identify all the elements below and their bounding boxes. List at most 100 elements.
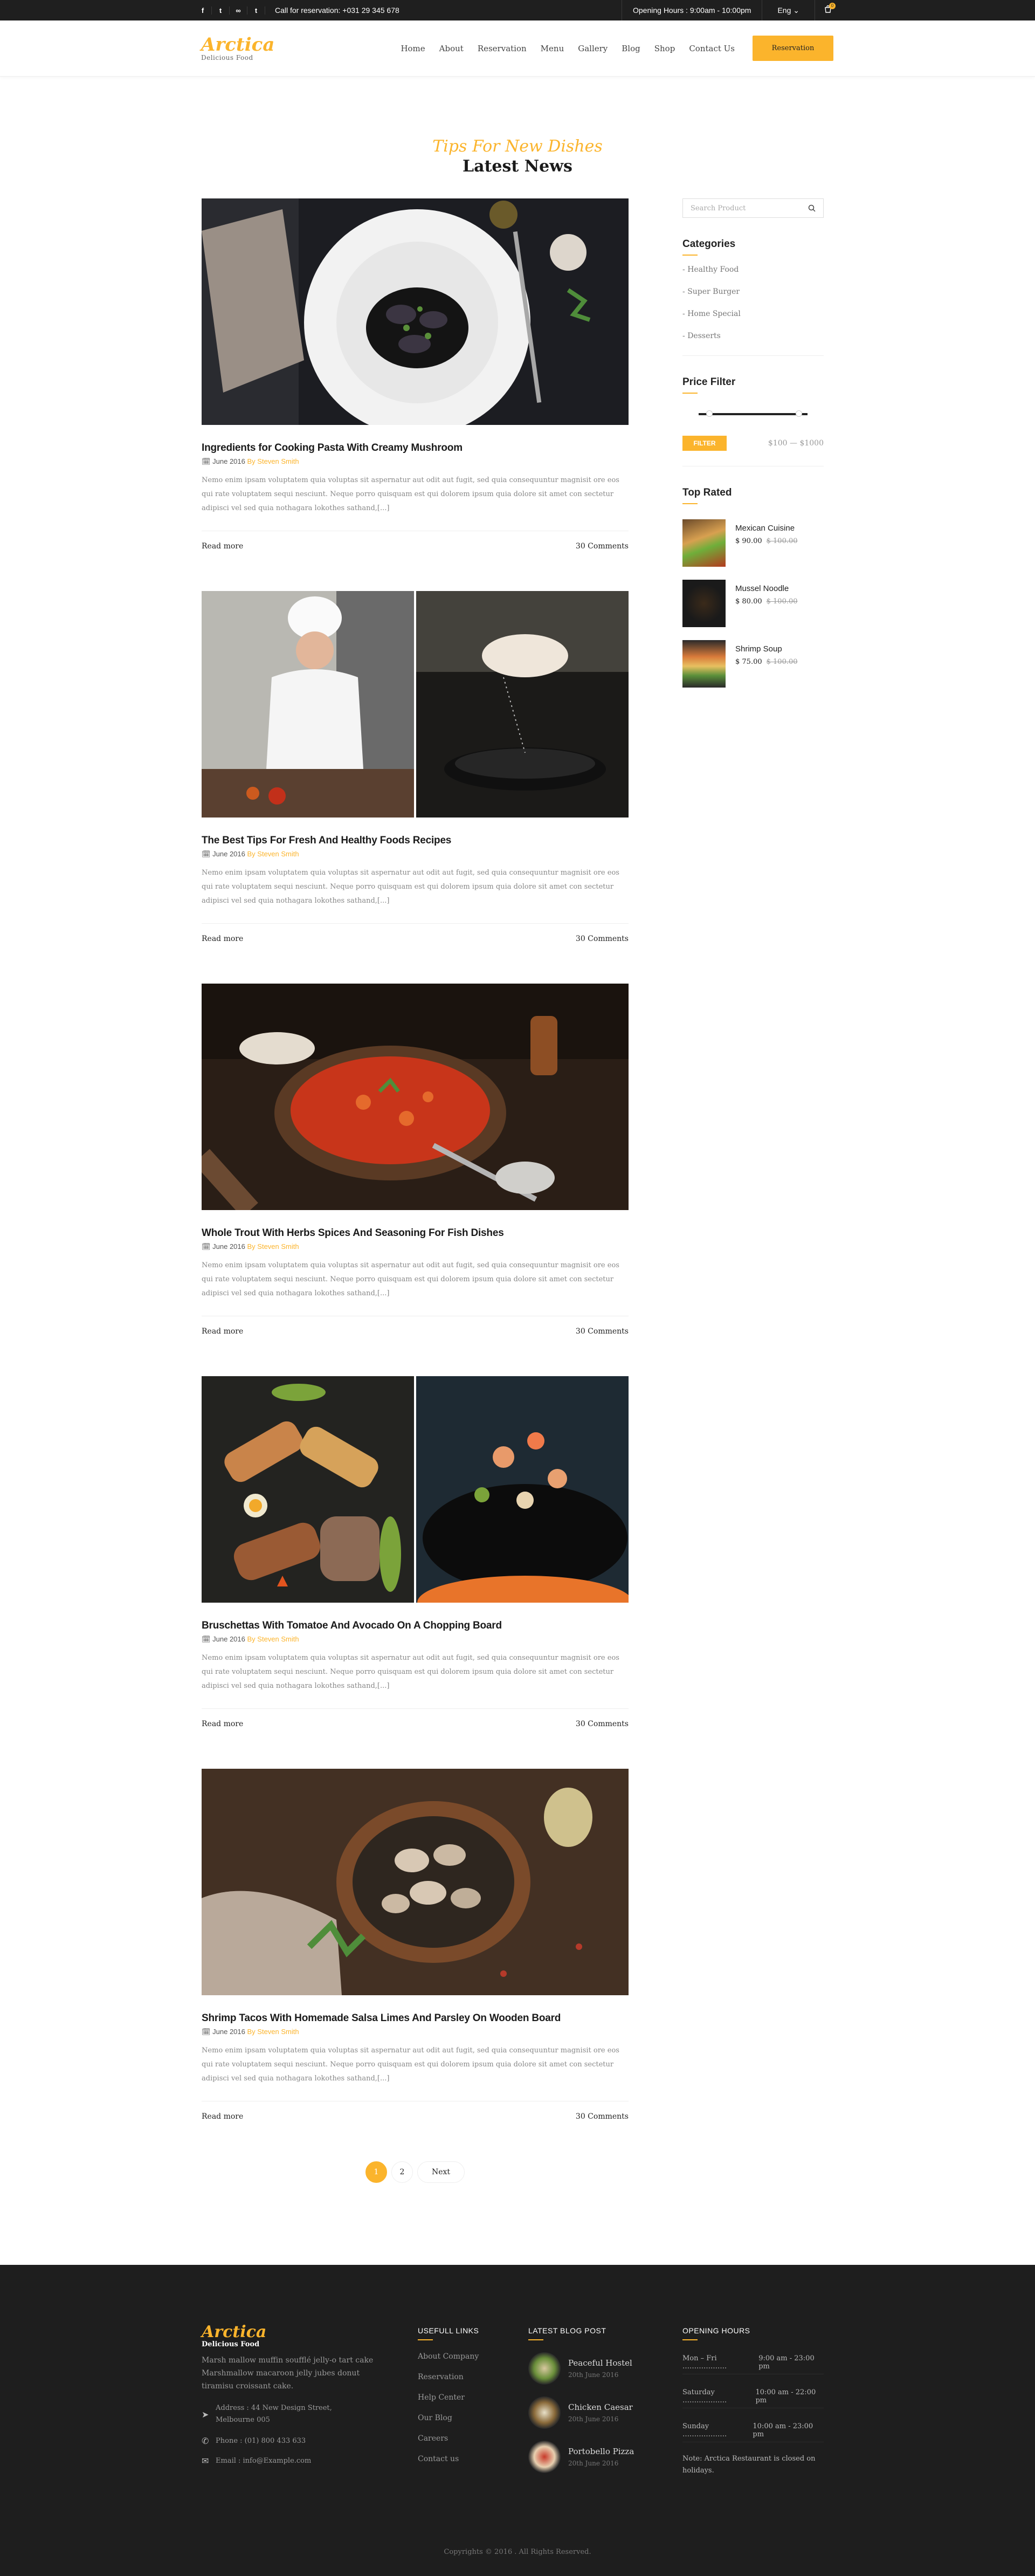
post-title[interactable]: Shrimp Tacos With Homemade Salsa Limes A…: [202, 2012, 629, 2024]
search-icon[interactable]: [808, 204, 816, 212]
search-input[interactable]: Search Product: [691, 204, 746, 212]
tumblr-icon[interactable]: t: [247, 6, 265, 15]
blog-thumbnail[interactable]: [528, 2352, 561, 2385]
read-more-link[interactable]: Read more: [202, 935, 243, 943]
title-underline: [528, 2339, 543, 2340]
nav-home[interactable]: Home: [394, 44, 432, 53]
post-excerpt: Nemo enim ipsam voluptatem quia voluptas…: [202, 1261, 619, 1297]
product-thumbnail[interactable]: [682, 580, 726, 627]
hours-time: 9:00 am - 23:00 pm: [758, 2354, 815, 2371]
post-image[interactable]: [202, 591, 629, 818]
opening-hours: Opening Hours : 9:00am - 10:00pm: [622, 0, 763, 20]
page-1-button[interactable]: 1: [365, 2161, 387, 2183]
link-help-center[interactable]: Help Center: [418, 2393, 504, 2402]
chef-cooking-image: [202, 591, 629, 818]
nav-gallery[interactable]: Gallery: [571, 44, 615, 53]
post-author[interactable]: By Steven Smith: [247, 1242, 299, 1251]
top-rated-item[interactable]: Shrimp Soup $ 75.00 $ 100.00: [682, 640, 824, 688]
filter-button[interactable]: FILTER: [682, 436, 727, 451]
twitter-icon[interactable]: t: [212, 6, 230, 15]
product-name[interactable]: Shrimp Soup: [735, 644, 798, 654]
product-thumbnail[interactable]: [682, 519, 726, 567]
link-reservation[interactable]: Reservation: [418, 2373, 504, 2381]
post-footer: Read more 30 Comments: [202, 935, 629, 943]
product-name[interactable]: Mexican Cuisine: [735, 524, 798, 533]
email-text[interactable]: Email : info@Example.com: [216, 2457, 311, 2465]
comments-count[interactable]: 30 Comments: [576, 2112, 629, 2121]
footer-blog-item[interactable]: Portobello Pizza 20th June 2016: [528, 2441, 652, 2473]
title-underline: [682, 255, 698, 256]
category-desserts[interactable]: - Desserts: [682, 332, 824, 340]
read-more-link[interactable]: Read more: [202, 2112, 243, 2121]
blog-item-title[interactable]: Peaceful Hostel: [568, 2358, 632, 2368]
flickr-icon[interactable]: ∞: [230, 6, 247, 15]
post-excerpt: Nemo enim ipsam voluptatem quia voluptas…: [202, 1654, 619, 1690]
post-image[interactable]: [202, 198, 629, 425]
next-page-button[interactable]: Next: [417, 2161, 465, 2183]
category-label: Healthy Food: [687, 265, 739, 274]
top-rated-item[interactable]: Mussel Noodle $ 80.00 $ 100.00: [682, 580, 824, 627]
price-slider[interactable]: [682, 410, 824, 417]
post-image[interactable]: [202, 1769, 629, 1995]
link-about-company[interactable]: About Company: [418, 2352, 504, 2361]
link-contact-us[interactable]: Contact us: [418, 2455, 504, 2463]
category-home-special[interactable]: - Home Special: [682, 310, 824, 318]
post-title[interactable]: The Best Tips For Fresh And Healthy Food…: [202, 835, 629, 847]
post-title[interactable]: Whole Trout With Herbs Spices And Season…: [202, 1227, 629, 1239]
top-rated-title: Top Rated: [682, 487, 732, 498]
blog-thumbnail[interactable]: [528, 2441, 561, 2473]
nav-about[interactable]: About: [432, 44, 471, 53]
categories-list: - Healthy Food - Super Burger - Home Spe…: [682, 265, 824, 340]
footer-blog-item[interactable]: Peaceful Hostel 20th June 2016: [528, 2352, 652, 2385]
nav-blog[interactable]: Blog: [615, 44, 647, 53]
post-title[interactable]: Ingredients for Cooking Pasta With Cream…: [202, 442, 629, 454]
comments-count[interactable]: 30 Comments: [576, 542, 629, 551]
search-box[interactable]: Search Product: [682, 198, 824, 218]
nav-menu[interactable]: Menu: [534, 44, 571, 53]
post-image[interactable]: [202, 1376, 629, 1603]
blog-item-title[interactable]: Chicken Caesar: [568, 2402, 633, 2412]
post-author[interactable]: By Steven Smith: [247, 2028, 299, 2036]
top-rated-item[interactable]: Mexican Cuisine $ 90.00 $ 100.00: [682, 519, 824, 567]
category-healthy-food[interactable]: - Healthy Food: [682, 265, 824, 274]
read-more-link[interactable]: Read more: [202, 542, 243, 551]
footer-blog-item[interactable]: Chicken Caesar 20th June 2016: [528, 2396, 652, 2429]
product-price: $ 80.00 $ 100.00: [735, 597, 798, 606]
footer-logo-name[interactable]: Arctica: [202, 2324, 374, 2340]
category-super-burger[interactable]: - Super Burger: [682, 287, 824, 296]
product-name[interactable]: Mussel Noodle: [735, 584, 798, 593]
section-script-title: Tips For New Dishes: [432, 137, 603, 156]
section-heading: Tips For New Dishes Latest News: [0, 137, 1035, 176]
language-selector[interactable]: Eng ⌄: [762, 0, 815, 20]
stew-pan-image: [202, 984, 629, 1210]
post-author[interactable]: By Steven Smith: [247, 850, 299, 858]
comments-count[interactable]: 30 Comments: [576, 935, 629, 943]
post-image[interactable]: [202, 984, 629, 1210]
nav-reservation[interactable]: Reservation: [471, 44, 534, 53]
facebook-icon[interactable]: f: [194, 6, 212, 15]
nav-shop[interactable]: Shop: [647, 44, 682, 53]
page-2-button[interactable]: 2: [391, 2161, 413, 2183]
reservation-button[interactable]: Reservation: [753, 36, 833, 61]
blog-thumbnail[interactable]: [528, 2396, 561, 2429]
read-more-link[interactable]: Read more: [202, 1327, 243, 1336]
comments-count[interactable]: 30 Comments: [576, 1720, 629, 1728]
post-author[interactable]: By Steven Smith: [247, 1635, 299, 1643]
calendar-icon: 🗓: [202, 1635, 211, 1643]
slider-handle-max[interactable]: [796, 410, 802, 417]
blog-post: Shrimp Tacos With Homemade Salsa Limes A…: [202, 1769, 629, 2161]
logo[interactable]: Arctica Delicious Food: [201, 36, 274, 61]
comments-count[interactable]: 30 Comments: [576, 1327, 629, 1336]
footer-blog: LATEST BLOG POST Peaceful Hostel 20th Jun…: [528, 2326, 652, 2473]
post-author[interactable]: By Steven Smith: [247, 457, 299, 465]
product-thumbnail[interactable]: [682, 640, 726, 688]
read-more-link[interactable]: Read more: [202, 1720, 243, 1728]
slider-handle-min[interactable]: [706, 410, 713, 417]
blog-item-title[interactable]: Portobello Pizza: [568, 2447, 634, 2456]
cart-button[interactable]: 0: [815, 2, 841, 16]
nav-contact[interactable]: Contact Us: [682, 44, 742, 53]
category-label: Super Burger: [687, 287, 740, 296]
post-title[interactable]: Bruschettas With Tomatoe And Avocado On …: [202, 1620, 629, 1632]
link-careers[interactable]: Careers: [418, 2434, 504, 2443]
link-our-blog[interactable]: Our Blog: [418, 2414, 504, 2422]
